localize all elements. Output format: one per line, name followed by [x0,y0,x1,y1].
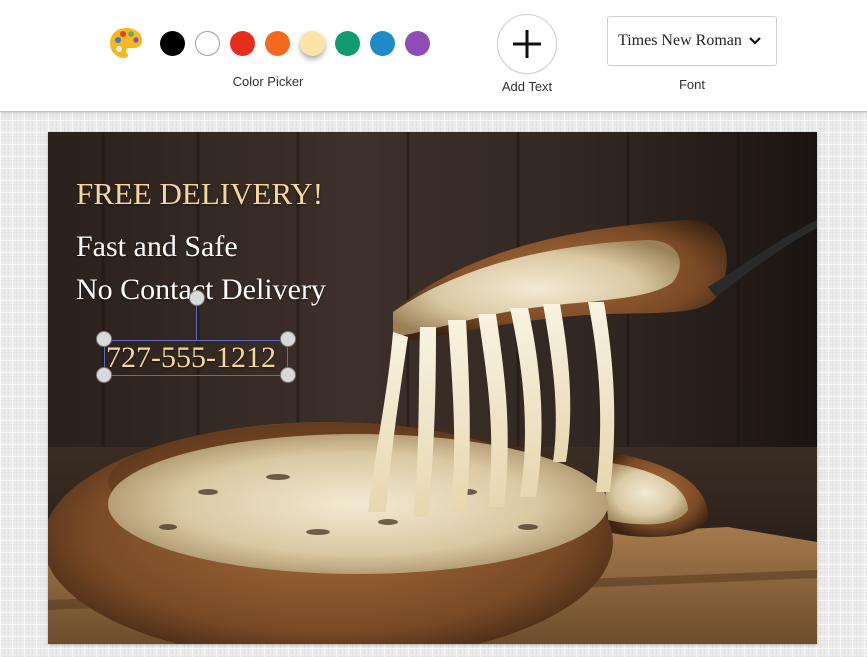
rotate-handle[interactable] [189,290,205,306]
font-label: Font [678,77,705,92]
color-swatch-black[interactable] [160,31,185,56]
color-picker-label: Color Picker [232,74,304,89]
color-swatch-green[interactable] [335,31,360,56]
artist-palette-icon [110,28,142,58]
resize-handle-top-right[interactable] [280,331,296,347]
color-swatch-purple[interactable] [405,31,430,56]
design-canvas[interactable]: FREE DELIVERY! Fast and Safe No Contact … [48,132,817,644]
add-text-label: Add Text [501,79,553,94]
editor-toolbar: Color Picker Add Text Times New Roman Fo… [0,0,867,112]
resize-handle-bottom-left[interactable] [96,367,112,383]
chevron-down-icon [749,37,761,45]
color-swatch-orange[interactable] [265,31,290,56]
font-select[interactable]: Times New Roman [607,16,777,66]
color-swatch-cream[interactable] [300,31,325,56]
color-swatch-blue[interactable] [370,31,395,56]
rotation-handle-line [196,300,197,340]
color-swatch-red[interactable] [230,31,255,56]
add-text-button[interactable] [497,14,557,74]
font-select-value: Times New Roman [618,32,742,49]
phone-number-text[interactable]: 727-555-1212 [106,341,276,375]
resize-handle-bottom-right[interactable] [280,367,296,383]
tagline-line-1[interactable]: Fast and Safe [76,230,238,264]
plus-icon [513,30,541,58]
resize-handle-top-left[interactable] [96,331,112,347]
headline-text[interactable]: FREE DELIVERY! [76,176,323,212]
color-swatch-white[interactable] [195,31,220,56]
